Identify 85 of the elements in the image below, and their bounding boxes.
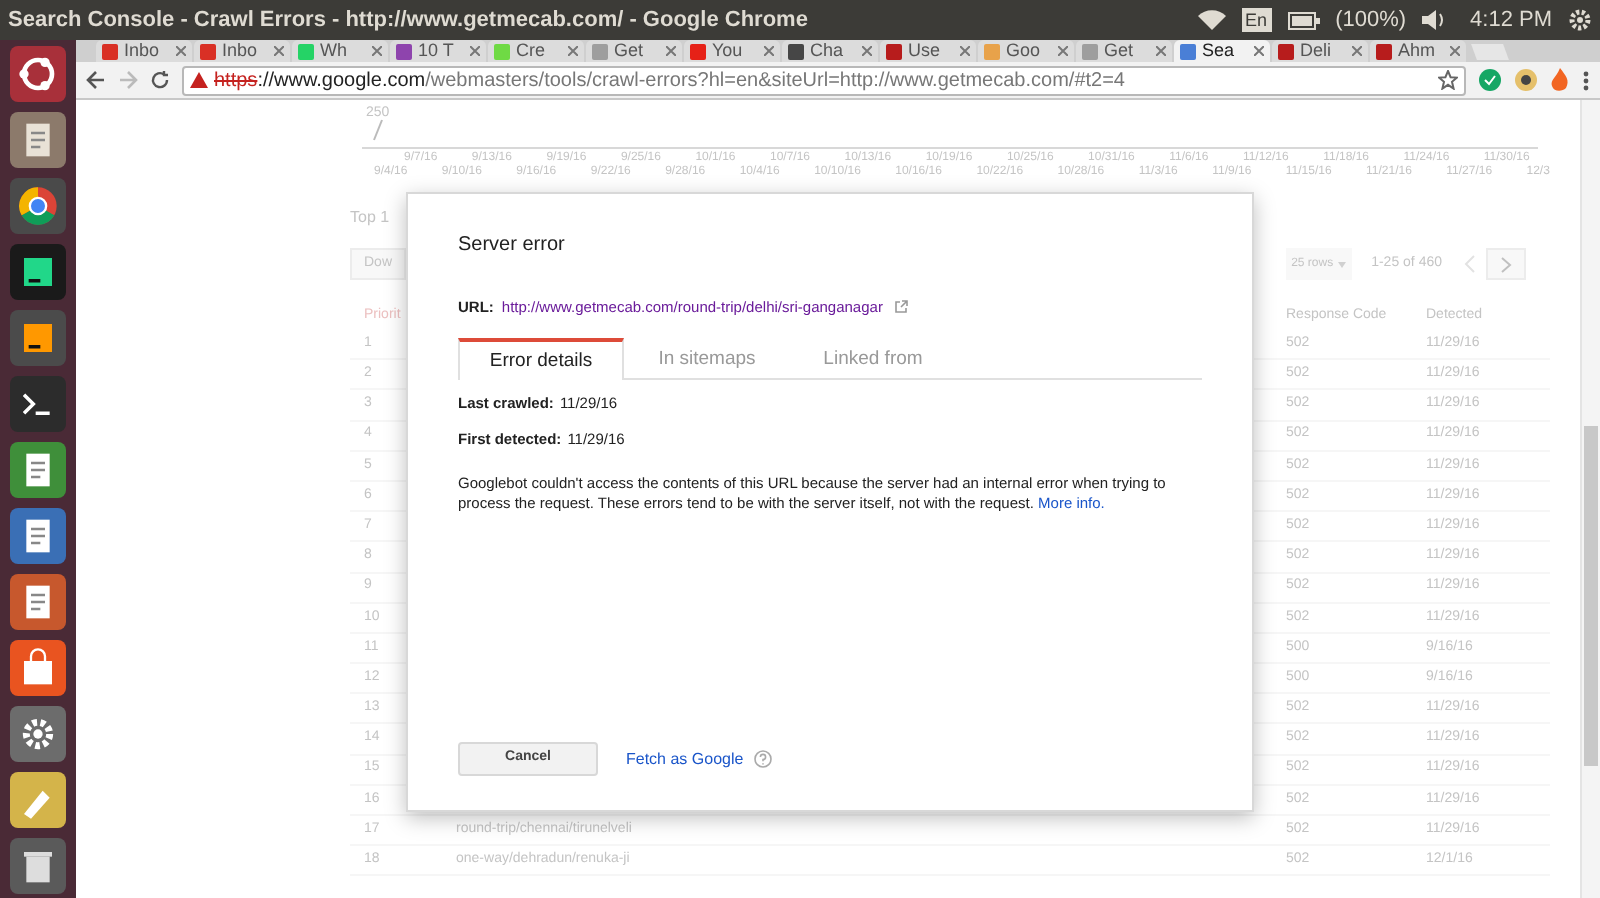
browser-tab[interactable]: 10 T xyxy=(390,40,486,62)
dialog-tab[interactable]: Linked from xyxy=(790,338,956,381)
dialog-tab[interactable]: In sitemaps xyxy=(624,338,790,381)
browser-icon[interactable] xyxy=(10,178,66,234)
wifi-icon xyxy=(1197,10,1226,30)
browser-tab[interactable]: Cha xyxy=(782,40,878,62)
close-icon[interactable] xyxy=(764,46,774,56)
tab-title: Ahm xyxy=(1398,42,1438,60)
close-icon[interactable] xyxy=(1156,46,1166,56)
trash-icon[interactable] xyxy=(10,838,66,894)
close-icon[interactable] xyxy=(1352,46,1362,56)
tab-title: Get xyxy=(1104,42,1136,60)
settings-icon[interactable] xyxy=(10,706,66,762)
star-icon[interactable] xyxy=(1438,70,1458,90)
close-icon[interactable] xyxy=(1450,46,1460,56)
scrollbar[interactable] xyxy=(1580,100,1600,898)
browser-tab[interactable]: Get xyxy=(1076,40,1172,62)
close-icon[interactable] xyxy=(960,46,970,56)
spreadsheet-icon[interactable] xyxy=(10,442,66,498)
tab-title: Inbo xyxy=(222,42,260,60)
browser-tab[interactable]: Use xyxy=(880,40,976,62)
close-icon[interactable] xyxy=(1058,46,1068,56)
ide-icon[interactable] xyxy=(10,244,66,300)
external-link-icon[interactable] xyxy=(894,300,909,315)
editor-icon[interactable] xyxy=(10,310,66,366)
ubuntu-logo-icon[interactable] xyxy=(10,46,66,102)
close-icon[interactable] xyxy=(862,46,872,56)
address-bar[interactable]: https://www.google.com/webmasters/tools/crawl-errors?hl=en&siteUrl=http://www.getmecab.com/#t2=4 xyxy=(182,65,1466,95)
browser-tab[interactable]: Cre xyxy=(488,40,584,62)
tab-title: Inbo xyxy=(124,42,162,60)
shopping-bag-icon[interactable] xyxy=(10,640,66,696)
flame-icon[interactable] xyxy=(1550,68,1570,92)
warning-icon xyxy=(190,72,208,88)
browser-tab[interactable]: Ahm xyxy=(1370,40,1466,62)
browser-tab[interactable]: You xyxy=(684,40,780,62)
tab-title: Cha xyxy=(810,42,846,60)
presentation-icon[interactable] xyxy=(10,574,66,630)
settings-icon[interactable] xyxy=(1568,8,1592,32)
tab-title: Sea xyxy=(1202,42,1237,60)
tab-title: Goo xyxy=(1006,42,1043,60)
document-icon[interactable] xyxy=(10,508,66,564)
close-icon[interactable] xyxy=(274,46,284,56)
back-arrow-icon[interactable] xyxy=(86,70,106,90)
drawer-icon[interactable] xyxy=(10,112,66,168)
dialog-title: Server error xyxy=(458,232,567,260)
browser-tab[interactable]: Inbo xyxy=(96,40,192,62)
close-icon[interactable] xyxy=(176,46,186,56)
terminal-icon[interactable] xyxy=(10,376,66,432)
close-icon[interactable] xyxy=(470,46,480,56)
close-icon[interactable] xyxy=(372,46,382,56)
browser-tab[interactable]: Wh xyxy=(292,40,388,62)
browser-tab[interactable]: Goo xyxy=(978,40,1074,62)
tab-title: Wh xyxy=(320,42,349,60)
help-icon[interactable] xyxy=(753,750,772,768)
clock[interactable]: 4:12 PM xyxy=(1470,3,1552,37)
close-icon[interactable] xyxy=(568,46,578,56)
tab-title: Get xyxy=(614,42,646,60)
menu-icon[interactable] xyxy=(1582,69,1590,91)
chevron-right-icon xyxy=(1500,255,1512,273)
keyboard-indicator[interactable]: En xyxy=(1241,8,1272,32)
window-title: Search Console - Crawl Errors - http://www.getmecab.com/ - Google Chrome xyxy=(8,5,808,36)
close-icon[interactable] xyxy=(1254,46,1264,56)
fetch-as-google-link[interactable]: Fetch as Google xyxy=(626,747,744,771)
browser-tab[interactable]: Inbo xyxy=(194,40,290,62)
section-heading: Top 1 xyxy=(350,206,392,230)
tab-title: Use xyxy=(908,42,943,60)
dialog-tab[interactable]: Error details xyxy=(458,338,624,381)
tab-title: You xyxy=(712,42,745,60)
tab-title: 10 T xyxy=(418,42,456,60)
browser-tab[interactable]: Get xyxy=(586,40,682,62)
url-text: https://www.google.com/webmasters/tools/crawl-errors?hl=en&siteUrl=http://www.getmecab.com/#t2=4 xyxy=(214,67,1127,95)
battery-icon xyxy=(1287,11,1320,29)
brush-icon[interactable] xyxy=(10,772,66,828)
extension-icon[interactable] xyxy=(1514,68,1538,92)
close-icon[interactable] xyxy=(666,46,676,56)
forward-arrow-icon[interactable] xyxy=(118,70,138,90)
caret-icon xyxy=(1337,261,1346,267)
scrollbar-thumb[interactable] xyxy=(1584,426,1598,766)
browser-tab[interactable]: Sea xyxy=(1174,40,1270,62)
reload-icon[interactable] xyxy=(150,70,170,90)
browser-tab[interactable]: Deli xyxy=(1272,40,1368,62)
tab-title: Cre xyxy=(516,42,548,60)
battery-percent: (100%) xyxy=(1335,5,1407,36)
speaker-icon[interactable] xyxy=(1422,10,1447,30)
tab-title: Deli xyxy=(1300,42,1334,60)
